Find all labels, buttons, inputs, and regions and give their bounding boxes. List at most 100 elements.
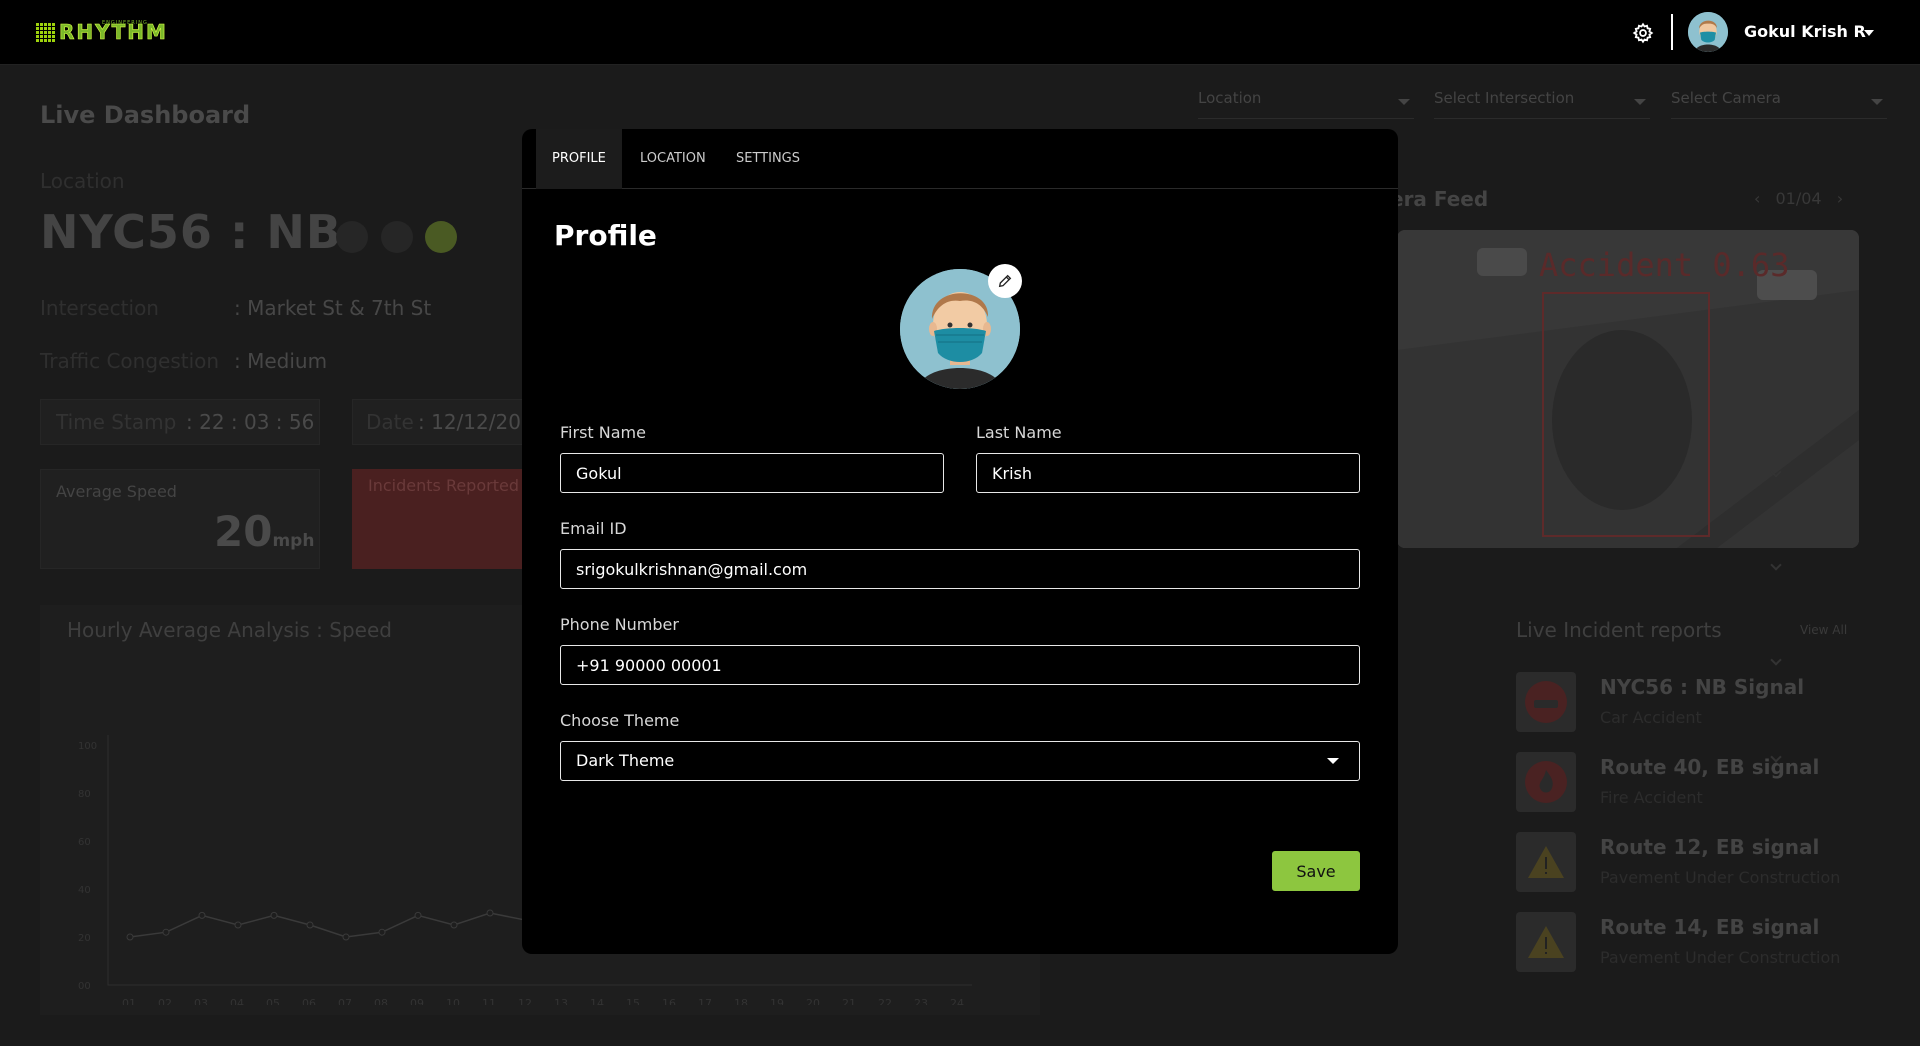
chevron-down-icon[interactable] bbox=[1864, 30, 1874, 36]
y-tick-label: 100 bbox=[78, 741, 97, 752]
incident-type: Fire Accident bbox=[1600, 788, 1703, 807]
camera-feed[interactable]: Accident 0.63 bbox=[1397, 230, 1859, 548]
data-point bbox=[234, 921, 242, 929]
camera-select[interactable]: Select Camera bbox=[1671, 89, 1887, 119]
tab-settings[interactable]: SETTINGS bbox=[736, 129, 800, 189]
chevron-left-icon[interactable]: ‹ bbox=[1754, 189, 1760, 208]
car-accident-icon bbox=[1516, 672, 1576, 732]
logo-mark-icon bbox=[36, 22, 56, 42]
intersection-label: Intersection bbox=[40, 296, 159, 320]
first-name-field[interactable] bbox=[560, 453, 944, 493]
x-tick-label: 23 bbox=[914, 997, 928, 1005]
save-button[interactable]: Save bbox=[1272, 851, 1360, 891]
data-point bbox=[378, 928, 386, 936]
warning-icon bbox=[1516, 832, 1576, 892]
user-name[interactable]: Gokul Krish R bbox=[1744, 22, 1866, 41]
chevron-right-icon[interactable]: › bbox=[1837, 189, 1843, 208]
x-tick-label: 02 bbox=[158, 997, 172, 1005]
email-field[interactable] bbox=[560, 549, 1360, 589]
data-point bbox=[198, 911, 206, 919]
divider bbox=[1671, 14, 1673, 50]
incident-name[interactable]: Route 12, EB signal bbox=[1600, 835, 1819, 859]
profile-modal: PROFILE LOCATION SETTINGS Profile First … bbox=[522, 129, 1398, 954]
traffic-light-amber bbox=[381, 221, 413, 253]
x-tick-label: 21 bbox=[842, 997, 856, 1005]
intersection-value: : Market St & 7th St bbox=[234, 296, 432, 320]
chevron-down-icon bbox=[1398, 99, 1410, 105]
incident-type: Pavement Under Construction bbox=[1600, 868, 1841, 887]
page-title: Live Dashboard bbox=[40, 101, 251, 129]
y-tick-label: 20 bbox=[78, 933, 91, 944]
warning-icon bbox=[1516, 912, 1576, 972]
data-point bbox=[270, 911, 278, 919]
last-name-label: Last Name bbox=[976, 423, 1062, 442]
tab-location[interactable]: LOCATION bbox=[640, 129, 706, 189]
phone-field[interactable] bbox=[560, 645, 1360, 685]
x-tick-label: 24 bbox=[950, 997, 964, 1005]
location-value: NYC56 : NB bbox=[40, 205, 342, 259]
avatar[interactable] bbox=[1688, 12, 1728, 52]
detection-label: Accident 0.63 bbox=[1539, 246, 1790, 284]
x-tick-label: 20 bbox=[806, 997, 820, 1005]
x-tick-label: 04 bbox=[230, 997, 244, 1005]
data-point bbox=[486, 909, 494, 917]
x-tick-label: 10 bbox=[446, 997, 460, 1005]
detection-box bbox=[1542, 292, 1710, 537]
fire-icon bbox=[1516, 752, 1576, 812]
pencil-icon bbox=[998, 274, 1012, 288]
timestamp-label: Time Stamp bbox=[56, 410, 177, 434]
y-tick-label: 40 bbox=[78, 885, 91, 896]
view-all-link[interactable]: View All bbox=[1800, 623, 1847, 637]
x-tick-label: 14 bbox=[590, 997, 604, 1005]
average-speed-label: Average Speed bbox=[56, 482, 177, 501]
x-tick-label: 16 bbox=[662, 997, 676, 1005]
x-tick-label: 19 bbox=[770, 997, 784, 1005]
modal-title: Profile bbox=[554, 219, 657, 252]
data-point bbox=[162, 928, 170, 936]
gear-icon[interactable] bbox=[1630, 20, 1656, 46]
location-label: Location bbox=[40, 169, 125, 193]
incident-name[interactable]: Route 40, EB signal bbox=[1600, 755, 1819, 779]
tab-profile[interactable]: PROFILE bbox=[536, 129, 622, 189]
edit-avatar-button[interactable] bbox=[988, 264, 1022, 298]
x-tick-label: 13 bbox=[554, 997, 568, 1005]
chevron-down-icon bbox=[1634, 99, 1646, 105]
incident-name[interactable]: NYC56 : NB Signal bbox=[1600, 675, 1804, 699]
last-name-field[interactable] bbox=[976, 453, 1360, 493]
traffic-light-red bbox=[336, 221, 368, 253]
incident-name[interactable]: Route 14, EB signal bbox=[1600, 915, 1819, 939]
x-tick-label: 17 bbox=[698, 997, 712, 1005]
x-tick-label: 09 bbox=[410, 997, 424, 1005]
y-tick-label: 60 bbox=[78, 837, 91, 848]
congestion-value: : Medium bbox=[234, 349, 328, 373]
congestion-label: Traffic Congestion bbox=[40, 349, 220, 373]
data-point bbox=[306, 921, 314, 929]
x-tick-label: 18 bbox=[734, 997, 748, 1005]
theme-select[interactable]: Dark Theme bbox=[560, 741, 1360, 781]
top-bar: RHYTHM ENGINEERING Gokul Krish R bbox=[0, 0, 1920, 65]
intersection-select-label: Select Intersection bbox=[1434, 89, 1575, 107]
date-label: Date bbox=[366, 410, 414, 434]
location-select-label: Location bbox=[1198, 89, 1262, 107]
x-tick-label: 22 bbox=[878, 997, 892, 1005]
phone-label: Phone Number bbox=[560, 615, 679, 634]
data-point bbox=[342, 933, 350, 941]
y-tick-label: 80 bbox=[78, 789, 91, 800]
series-line bbox=[129, 912, 527, 938]
theme-select-value: Dark Theme bbox=[576, 751, 675, 770]
intersection-select[interactable]: Select Intersection bbox=[1434, 89, 1650, 119]
x-tick-label: 01 bbox=[122, 997, 136, 1005]
data-point bbox=[414, 911, 422, 919]
average-speed-value: 20mph bbox=[214, 507, 315, 556]
chevron-down-icon bbox=[1770, 559, 1782, 571]
location-select[interactable]: Location bbox=[1198, 89, 1414, 119]
date-value: : 12/12/202 bbox=[418, 410, 534, 434]
camera-pager-value: 01/04 bbox=[1775, 189, 1822, 208]
x-tick-label: 15 bbox=[626, 997, 640, 1005]
email-label: Email ID bbox=[560, 519, 627, 538]
x-tick-label: 08 bbox=[374, 997, 388, 1005]
x-tick-label: 06 bbox=[302, 997, 316, 1005]
x-tick-label: 05 bbox=[266, 997, 280, 1005]
incidents-title: Live Incident reports bbox=[1516, 618, 1722, 642]
incidents-reported-label: Incidents Reported bbox=[368, 476, 519, 495]
